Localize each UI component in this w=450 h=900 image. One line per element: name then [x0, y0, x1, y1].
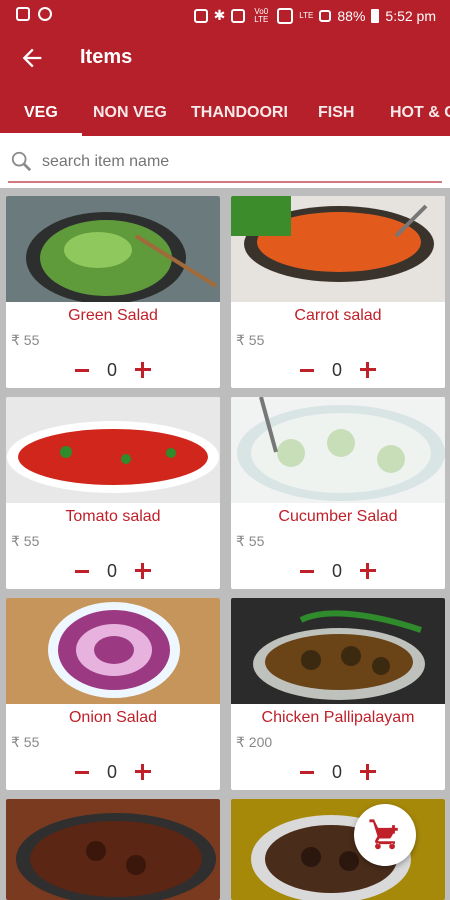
- carrot-salad-image: [231, 196, 445, 302]
- search-icon: [11, 151, 32, 172]
- item-card-green-salad[interactable]: Green Salad ₹ 55 0: [6, 196, 220, 388]
- app-bar: Items: [0, 30, 450, 86]
- category-tabs: VEG NON VEG THANDOORI FISH HOT & C: [0, 86, 450, 136]
- tab-hot-cold[interactable]: HOT & C: [390, 104, 450, 122]
- gallery-icon: [16, 7, 30, 21]
- item-card-chicken-pallipalayam[interactable]: Chicken Pallipalayam ₹ 200 0: [231, 598, 445, 790]
- plus-icon[interactable]: [135, 764, 151, 780]
- camera-icon: [38, 7, 52, 21]
- minus-icon[interactable]: [74, 569, 89, 573]
- green-salad-image: [6, 196, 220, 302]
- quantity-value: 0: [331, 359, 342, 380]
- plus-icon[interactable]: [360, 563, 376, 579]
- tab-thandoori[interactable]: THANDOORI: [191, 104, 288, 122]
- quantity-value: 0: [331, 560, 342, 581]
- item-price: ₹ 55: [11, 533, 40, 549]
- status-time: 5:52 pm: [385, 7, 436, 24]
- plus-icon[interactable]: [135, 563, 151, 579]
- status-bar: ✱ Vo0 LTE LTE 88% 5:52 pm: [0, 0, 450, 30]
- signal-icon: [277, 7, 294, 24]
- wifi-icon: [193, 8, 208, 23]
- minus-icon[interactable]: [299, 368, 314, 372]
- lte-label: LTE: [299, 10, 314, 20]
- item-name: Carrot salad: [294, 307, 382, 324]
- item-card-carrot-salad[interactable]: Carrot salad ₹ 55 0: [231, 196, 445, 388]
- item-card-partial-left[interactable]: [6, 799, 220, 900]
- minus-icon[interactable]: [299, 770, 314, 774]
- tab-veg[interactable]: VEG: [24, 104, 58, 122]
- item-card-onion-salad[interactable]: Onion Salad ₹ 55 0: [6, 598, 220, 790]
- cast-icon: [231, 8, 246, 23]
- item-card-tomato-salad[interactable]: Tomato salad ₹ 55 0: [6, 397, 220, 589]
- onion-salad-image: [6, 598, 220, 704]
- page-title: Items: [80, 46, 133, 68]
- item-price: ₹ 55: [11, 332, 40, 348]
- quantity-value: 0: [106, 761, 117, 782]
- mutton-dish-image: [231, 799, 445, 900]
- quantity-stepper: 0: [231, 760, 445, 784]
- quantity-stepper: 0: [231, 559, 445, 583]
- network-label: Vo0 LTE: [254, 6, 269, 24]
- cart-fab-button[interactable]: [354, 804, 416, 866]
- chicken-pallipalayam-image: [231, 598, 445, 704]
- plus-icon[interactable]: [360, 362, 376, 378]
- minus-icon[interactable]: [74, 770, 89, 774]
- signal-icon-2: [319, 9, 332, 22]
- quantity-stepper: 0: [6, 559, 220, 583]
- item-name: Cucumber Salad: [278, 508, 398, 525]
- item-name: Chicken Pallipalayam: [261, 709, 415, 726]
- cucumber-salad-image: [231, 397, 445, 503]
- quantity-stepper: 0: [6, 760, 220, 784]
- quantity-stepper: 0: [231, 358, 445, 382]
- tomato-salad-image: [6, 397, 220, 503]
- item-price: ₹ 55: [11, 734, 40, 750]
- cart-add-icon: [369, 819, 398, 850]
- plus-icon[interactable]: [135, 362, 151, 378]
- plus-icon[interactable]: [360, 764, 376, 780]
- item-card-partial-right[interactable]: [231, 799, 445, 900]
- minus-icon[interactable]: [74, 368, 89, 372]
- item-name: Green Salad: [68, 307, 158, 324]
- item-price: ₹ 55: [236, 332, 265, 348]
- quantity-value: 0: [106, 560, 117, 581]
- item-name: Onion Salad: [68, 709, 158, 726]
- tab-non-veg[interactable]: NON VEG: [93, 104, 167, 122]
- battery-icon: [371, 8, 380, 23]
- chicken-dish-image: [6, 799, 220, 900]
- quantity-value: 0: [331, 761, 342, 782]
- search-bar: [0, 136, 450, 188]
- item-card-cucumber-salad[interactable]: Cucumber Salad ₹ 55 0: [231, 397, 445, 589]
- quantity-stepper: 0: [6, 358, 220, 382]
- bluetooth-icon: ✱: [213, 7, 226, 23]
- item-price: ₹ 200: [236, 734, 273, 750]
- search-input[interactable]: [40, 150, 424, 174]
- minus-icon[interactable]: [299, 569, 314, 573]
- search-underline: [8, 181, 442, 183]
- item-price: ₹ 55: [236, 533, 265, 549]
- quantity-value: 0: [106, 359, 117, 380]
- tab-fish[interactable]: FISH: [318, 104, 354, 122]
- arrow-left-icon[interactable]: [18, 44, 46, 72]
- battery-percent: 88%: [337, 7, 366, 24]
- item-name: Tomato salad: [65, 508, 161, 525]
